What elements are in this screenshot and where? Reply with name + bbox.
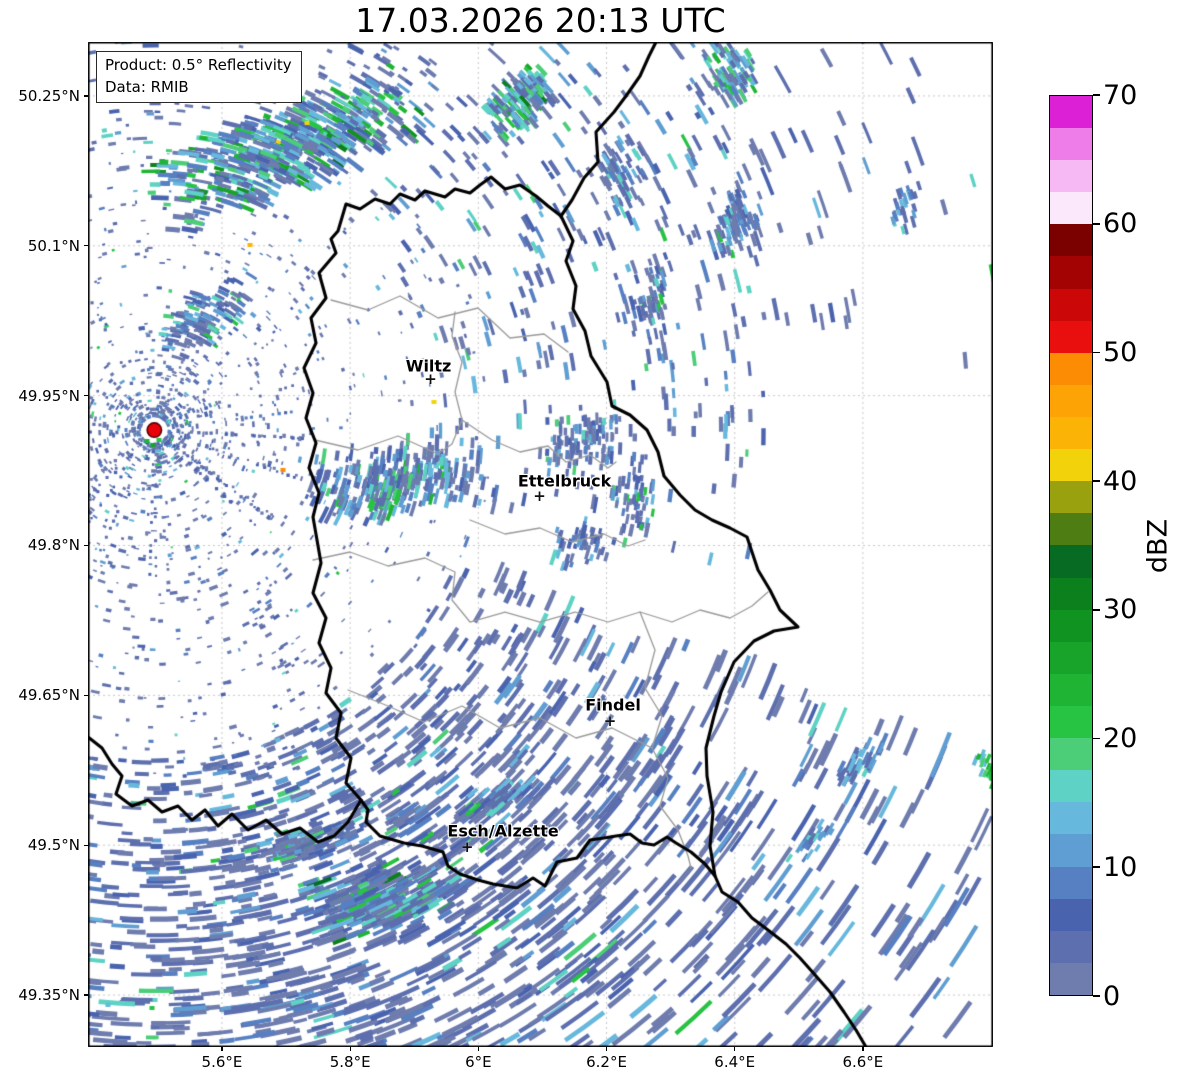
lon-tick-label: 6°E [465,1052,492,1072]
lat-tick-mark [84,545,88,546]
colorbar-tick-label: 0 [1103,983,1120,1010]
colorbar-tick-mark [1093,609,1100,611]
data-source-line: Data: RMIB [105,76,292,98]
colorbar-segment [1050,128,1092,160]
lat-tick-mark [84,245,88,246]
lon-tick-mark [221,1047,222,1051]
lon-tick-mark [478,1047,479,1051]
figure-title: 17.03.2026 20:13 UTC [88,2,993,40]
colorbar-tick-label: 50 [1103,339,1137,366]
colorbar-segment [1050,834,1092,866]
colorbar-segment [1050,513,1092,545]
colorbar-tick-label: 30 [1103,596,1137,623]
colorbar-segment [1050,674,1092,706]
lat-tick-label: 50.1°N [0,236,80,256]
radar-map-canvas [88,42,993,1047]
colorbar-segment [1050,96,1092,128]
colorbar-segment [1050,545,1092,577]
colorbar-tick-mark [1093,352,1100,354]
lat-tick-mark [84,695,88,696]
colorbar-segment [1050,289,1092,321]
lon-tick-mark [734,1047,735,1051]
colorbar-tick-label: 40 [1103,468,1137,495]
lat-tick-mark [84,395,88,396]
product-info-box: Product: 0.5° Reflectivity Data: RMIB [96,51,302,103]
colorbar-segment [1050,192,1092,224]
colorbar-segment [1050,321,1092,353]
colorbar-tick-mark [1093,738,1100,740]
radar-figure: 17.03.2026 20:13 UTC Product: 0.5° Refle… [0,0,1184,1081]
colorbar-segment [1050,867,1092,899]
lon-tick-mark [350,1047,351,1051]
colorbar-segment [1050,160,1092,192]
lat-tick-mark [84,95,88,96]
lat-tick-mark [84,994,88,995]
lat-tick-label: 49.8°N [0,535,80,555]
lon-tick-mark [862,1047,863,1051]
city-marker: + [604,714,617,729]
colorbar-segment [1050,353,1092,385]
colorbar-segment [1050,256,1092,288]
city-marker: + [533,489,546,504]
colorbar-tick-mark [1093,94,1100,96]
colorbar-segment [1050,899,1092,931]
colorbar-segment [1050,224,1092,256]
colorbar-segment [1050,738,1092,770]
lon-tick-label: 5.8°E [330,1052,371,1072]
colorbar-tick-mark [1093,995,1100,997]
city-label: Wiltz [406,356,452,375]
lon-tick-label: 5.6°E [202,1052,243,1072]
colorbar-segment [1050,481,1092,513]
lon-tick-label: 6.2°E [586,1052,627,1072]
colorbar-segment [1050,963,1092,995]
lat-tick-label: 49.5°N [0,835,80,855]
lon-tick-label: 6.4°E [714,1052,755,1072]
colorbar-segment [1050,449,1092,481]
lat-tick-label: 49.95°N [0,386,80,406]
colorbar-segment [1050,642,1092,674]
lat-tick-label: 50.25°N [0,86,80,106]
colorbar-segment [1050,706,1092,738]
colorbar-unit-label: dBZ [1143,519,1174,573]
colorbar-tick-mark [1093,866,1100,868]
colorbar-segment [1050,578,1092,610]
colorbar-tick-label: 60 [1103,210,1137,237]
colorbar-tick-label: 20 [1103,725,1137,752]
colorbar-segment [1050,417,1092,449]
colorbar [1049,95,1093,996]
lon-tick-label: 6.6°E [842,1052,883,1072]
lat-tick-mark [84,845,88,846]
colorbar-segment [1050,931,1092,963]
colorbar-tick-label: 10 [1103,854,1137,881]
colorbar-segment [1050,610,1092,642]
city-label: Findel [585,695,641,714]
lon-tick-mark [606,1047,607,1051]
lat-tick-label: 49.35°N [0,985,80,1005]
city-label: Esch/Alzette [447,821,558,840]
city-marker: + [461,840,474,855]
colorbar-segment [1050,802,1092,834]
colorbar-segment [1050,385,1092,417]
colorbar-tick-label: 70 [1103,82,1137,109]
city-label: Ettelbruck [518,471,611,490]
colorbar-tick-mark [1093,223,1100,225]
colorbar-tick-mark [1093,480,1100,482]
colorbar-segment [1050,770,1092,802]
lat-tick-label: 49.65°N [0,685,80,705]
product-info-line: Product: 0.5° Reflectivity [105,54,292,76]
